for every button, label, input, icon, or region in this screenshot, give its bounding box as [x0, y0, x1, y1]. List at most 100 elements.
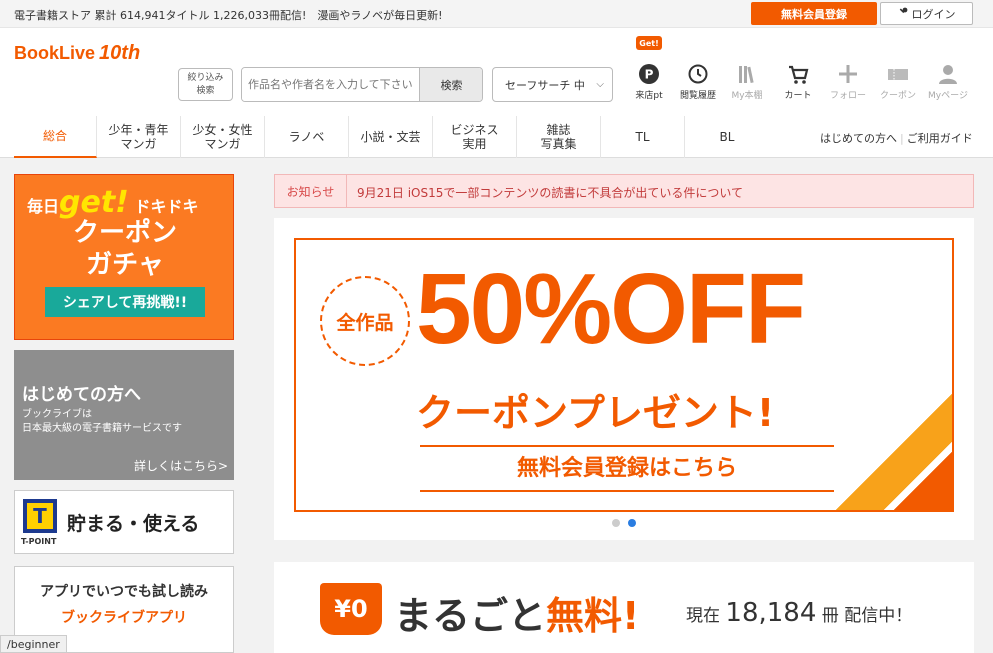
notice-label: お知らせ — [275, 175, 347, 207]
free-count-num: 18,184 — [725, 598, 817, 628]
follow-button[interactable]: フォロー — [824, 60, 872, 104]
free-count: 現在 18,184 冊 配信中！ — [686, 598, 912, 628]
tab-magazine-label: 雑誌 写真集 — [540, 123, 577, 151]
booklive-logo[interactable]: BookLive 10th — [14, 42, 140, 65]
search-button[interactable]: 検索 — [419, 68, 482, 101]
free-count-pre: 現在 — [686, 606, 720, 626]
tab-light-novel[interactable]: ラノベ — [265, 116, 349, 158]
history-icon — [674, 60, 722, 88]
gacha-mainichi: 毎日 — [27, 197, 60, 216]
tab-business-label: ビジネス 実用 — [450, 123, 499, 151]
tab-shojo-label: 少女・女性 マンガ — [192, 123, 253, 151]
notice-bar[interactable]: お知らせ 9月21日 iOS15で一部コンテンツの読書に不具合が出ている件につい… — [274, 174, 974, 208]
free-title[interactable]: まるごと無料! — [394, 585, 639, 640]
corner-decoration — [834, 392, 952, 510]
carousel-dots — [612, 519, 636, 527]
history-label: 閲覧履歴 — [679, 91, 716, 101]
bookshelf-button[interactable]: My本棚 — [723, 60, 771, 104]
tab-magazine[interactable]: 雑誌 写真集 — [517, 116, 601, 158]
store-note: 電子書籍ストア 累計 614,941タイトル 1,226,033冊配信! 漫画や… — [14, 9, 443, 22]
tab-business[interactable]: ビジネス 実用 — [433, 116, 517, 158]
coupon-button[interactable]: クーポン — [874, 60, 922, 104]
register-label: 無料会員登録 — [781, 7, 847, 21]
key-icon — [898, 7, 908, 20]
banner-coupon: クーポンプレゼント! — [416, 391, 775, 435]
app-line2: ブックライブアプリ — [61, 610, 187, 626]
free-title-b: 無料! — [546, 594, 640, 638]
beginner-link[interactable]: はじめての方へ — [820, 132, 897, 145]
status-url: /beginner — [0, 635, 67, 653]
beginner-more-link: 詳しくはこちら> — [133, 459, 228, 473]
campaign-banner[interactable]: 全作品 50%OFF クーポンプレゼント! 無料会員登録はこちら — [294, 238, 954, 512]
beginner-banner[interactable]: はじめての方へ ブックライブは 日本最大級の電子書籍サービスです 詳しくはこちら… — [14, 350, 234, 480]
tpoint-text: 貯まる・使える — [67, 513, 200, 535]
free-title-a: まるごと — [394, 594, 547, 638]
login-label: ログイン — [911, 7, 956, 21]
tab-novel[interactable]: 小説・文芸 — [349, 116, 433, 158]
gacha-headline: 毎日get! ドキドキ — [27, 185, 198, 220]
cart-icon — [774, 60, 822, 88]
get-badge: Get! — [636, 36, 662, 50]
register-button[interactable]: 無料会員登録 — [751, 2, 877, 25]
tpoint-banner[interactable]: T T-POINT 貯まる・使える — [14, 490, 234, 554]
coupon-icon — [874, 60, 922, 88]
logo-badge: 10th — [99, 42, 141, 64]
divider — [420, 490, 834, 492]
gacha-get: get! — [59, 185, 129, 220]
tab-novel-label: 小説・文芸 — [360, 130, 421, 144]
mypage-button[interactable]: Myページ — [924, 60, 972, 104]
cart-label: カート — [784, 91, 812, 101]
search-button-label: 検索 — [440, 78, 463, 92]
tab-shonen-manga[interactable]: 少年・青年 マンガ — [97, 116, 181, 158]
cart-button[interactable]: カート — [774, 60, 822, 104]
tab-tl[interactable]: TL — [601, 116, 685, 158]
tab-general-label: 総合 — [42, 129, 67, 143]
notice-message: 9月21日 iOS15で一部コンテンツの読書に不具合が出ている件について — [357, 186, 744, 200]
carousel-dot[interactable] — [612, 519, 620, 527]
free-count-unit: 冊 — [821, 606, 839, 626]
bookshelf-icon — [723, 60, 771, 88]
guide-link[interactable]: ご利用ガイド — [907, 132, 973, 145]
tab-lightnovel-label: ラノベ — [288, 130, 325, 144]
filter-line1: 絞り込み — [187, 72, 224, 83]
link-separator: | — [900, 132, 904, 145]
banner-discount: 50%OFF — [416, 253, 806, 365]
search-box: 検索 — [241, 67, 483, 102]
gacha-title: クーポン ガチャ — [72, 218, 177, 280]
user-icon — [924, 60, 972, 88]
point-button[interactable]: P 来店pt — [625, 60, 673, 104]
carousel-dot-active[interactable] — [628, 519, 636, 527]
history-button[interactable]: 閲覧履歴 — [674, 60, 722, 104]
tpoint-mark: T — [27, 503, 53, 529]
banner-circle: 全作品 — [320, 276, 410, 366]
tab-shojo-manga[interactable]: 少女・女性 マンガ — [181, 116, 265, 158]
safe-search-select[interactable]: セーフサーチ 中 ⌵ — [492, 67, 613, 102]
app-line1: アプリでいつでも試し読み — [40, 584, 208, 600]
point-icon: P — [625, 60, 673, 88]
tab-bl-label: BL — [719, 130, 735, 144]
search-input[interactable] — [242, 68, 419, 101]
tpoint-label: T-POINT — [21, 537, 57, 546]
gacha-share: シェアして再挑戦!! — [45, 287, 205, 317]
free-badge: ¥0 — [320, 583, 382, 635]
beginner-desc: ブックライブは 日本最大級の電子書籍サービスです — [22, 409, 182, 434]
filter-line2: 検索 — [196, 85, 215, 96]
safe-search-value: セーフサーチ 中 — [505, 78, 585, 92]
logo-text: BookLive — [14, 43, 96, 63]
coupon-gacha-banner[interactable]: 毎日get! ドキドキ クーポン ガチャ シェアして再挑戦!! — [14, 174, 234, 340]
tpoint-logo: T — [23, 499, 57, 533]
tab-general[interactable]: 総合 — [14, 116, 97, 158]
filter-search-button[interactable]: 絞り込み 検索 — [178, 68, 233, 101]
bookshelf-label: My本棚 — [731, 91, 763, 101]
follow-label: フォロー — [829, 91, 866, 101]
help-links: はじめての方へ | ご利用ガイド — [820, 130, 973, 146]
login-button[interactable]: ログイン — [880, 2, 973, 25]
plus-icon — [824, 60, 872, 88]
tab-tl-label: TL — [635, 130, 650, 144]
tab-shonen-label: 少年・青年 マンガ — [108, 123, 169, 151]
point-label: 来店pt — [635, 91, 663, 101]
divider — [420, 445, 834, 447]
tab-bl[interactable]: BL — [685, 116, 769, 158]
svg-text:P: P — [645, 68, 654, 82]
chevron-down-icon: ⌵ — [596, 79, 604, 90]
